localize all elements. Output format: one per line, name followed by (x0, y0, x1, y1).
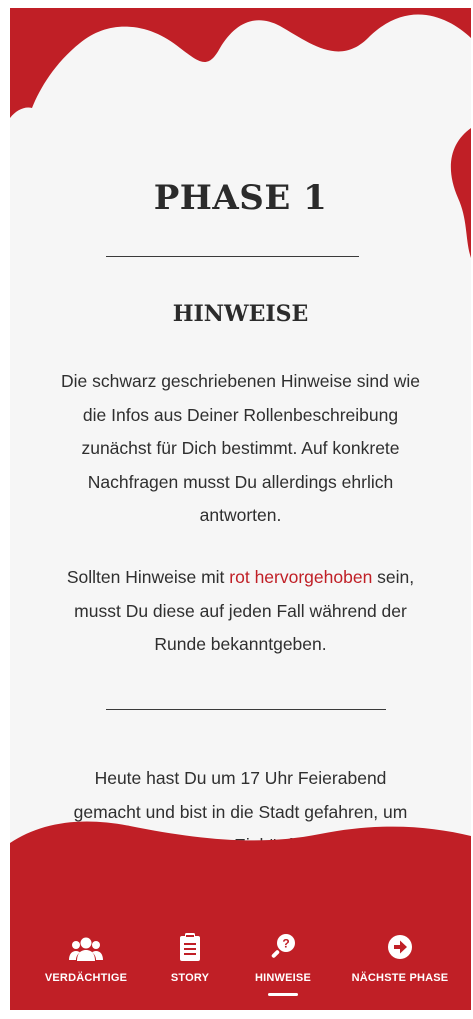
bottom-navigation: VERDÄCHTIGE STORY ? HINWEISE NÄCHSTE PHA… (10, 933, 471, 1010)
nav-label-naechste-phase: NÄCHSTE PHASE (351, 972, 449, 984)
svg-text:?: ? (282, 937, 289, 951)
users-icon (69, 937, 103, 961)
active-tab-indicator (268, 993, 298, 996)
nav-label-hinweise: HINWEISE (255, 972, 311, 984)
nav-item-story[interactable]: STORY (150, 933, 230, 1010)
app-screen: PHASE 1 HINWEISE Die schwarz geschrieben… (10, 8, 471, 1010)
bottom-nav-wave-background (10, 821, 471, 1010)
magnifier-question-icon: ? (271, 934, 295, 958)
nav-item-hinweise[interactable]: ? HINWEISE (237, 934, 329, 1010)
arrow-right-circle-icon (388, 935, 412, 959)
clipboard-icon (180, 933, 200, 961)
nav-item-naechste-phase[interactable]: NÄCHSTE PHASE (340, 935, 460, 1010)
nav-label-story: STORY (170, 972, 210, 984)
nav-item-verdaechtige[interactable]: VERDÄCHTIGE (30, 937, 142, 1010)
nav-label-verdaechtige: VERDÄCHTIGE (44, 972, 128, 984)
